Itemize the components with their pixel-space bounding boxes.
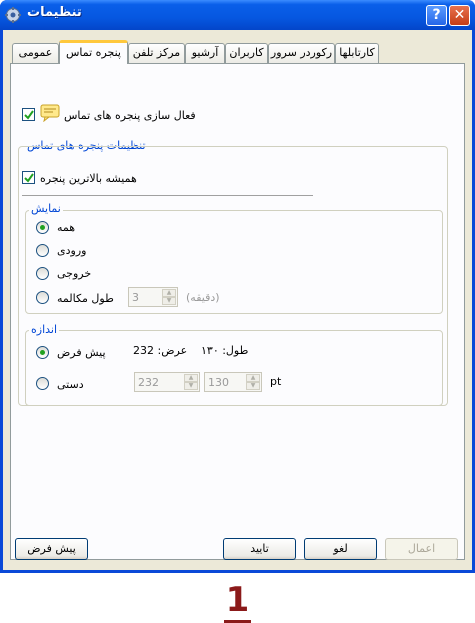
tab-users[interactable]: کاربران — [225, 43, 268, 63]
display-group-title: نمایش — [29, 202, 63, 215]
always-on-top-checkbox[interactable] — [22, 171, 35, 184]
width-readout: عرض: 232 — [133, 344, 188, 357]
spin-down-icon[interactable]: ▼ — [184, 382, 198, 390]
dialog-client: کارتابلها رکوردر سرور کاربران آرشیو مرکز… — [3, 30, 472, 570]
apply-button[interactable]: اعمال — [385, 538, 458, 560]
spin-down-icon[interactable]: ▼ — [162, 297, 176, 305]
display-outgoing-label: خروجی — [57, 267, 92, 280]
checkmark-icon — [24, 173, 34, 183]
tab-call-window[interactable]: پنجره تماس — [59, 40, 128, 64]
tab-telephone-center[interactable]: مرکز تلفن — [128, 43, 185, 63]
display-duration-label: طول مکالمه — [57, 292, 114, 305]
call-window-panel: فعال سازی پنجره های تماس تنظیمات پنجره ه… — [10, 63, 465, 560]
tab-label: رکوردر سرور — [270, 46, 333, 59]
cancel-button[interactable]: لغو — [304, 538, 377, 560]
settings-window: تنظیمات ? ✕ کارتابلها رکوردر سرور کاربرا… — [0, 0, 475, 573]
divider — [22, 195, 313, 196]
chat-bubble-icon — [40, 104, 60, 122]
display-duration-radio[interactable] — [36, 291, 49, 304]
tab-label: آرشیو — [191, 46, 219, 59]
display-outgoing-radio[interactable] — [36, 267, 49, 280]
checkmark-icon — [24, 110, 34, 120]
close-button[interactable]: ✕ — [449, 5, 470, 26]
tab-recorder-server[interactable]: رکوردر سرور — [268, 43, 335, 63]
size-manual-label: دستی — [57, 378, 84, 391]
duration-value: 3 — [132, 291, 139, 304]
tab-archive[interactable]: آرشیو — [185, 43, 225, 63]
tab-label: عمومی — [18, 46, 53, 59]
size-default-label: پیش فرض — [57, 346, 106, 359]
tab-cartables[interactable]: کارتابلها — [335, 43, 379, 63]
spin-down-icon[interactable]: ▼ — [246, 382, 260, 390]
always-on-top-label: همیشه بالاترین پنجره — [40, 172, 137, 185]
duration-unit-label: (دقیقه) — [186, 291, 220, 304]
figure-number: 1 — [0, 580, 475, 623]
tab-general[interactable]: عمومی — [12, 43, 59, 63]
duration-spinner[interactable]: 3 ▲ ▼ — [128, 287, 178, 307]
height-value: 130 — [208, 376, 229, 389]
display-all-label: همه — [57, 221, 76, 234]
height-spinner[interactable]: 130 ▲ ▼ — [204, 372, 262, 392]
tab-label: مرکز تلفن — [132, 46, 181, 59]
size-group-title: اندازه — [29, 323, 60, 336]
spin-up-icon[interactable]: ▲ — [246, 374, 260, 382]
enable-popup-label: فعال سازی پنجره های تماس — [64, 109, 196, 122]
height-readout: طول: ۱۳۰ — [201, 344, 249, 357]
display-incoming-label: ورودی — [57, 244, 87, 257]
title-bar[interactable]: تنظیمات ? ✕ — [0, 0, 475, 30]
width-spinner[interactable]: 232 ▲ ▼ — [134, 372, 200, 392]
tab-label: کارتابلها — [339, 46, 375, 59]
help-button[interactable]: ? — [426, 5, 447, 26]
width-value: 232 — [138, 376, 159, 389]
display-all-radio[interactable] — [36, 221, 49, 234]
ok-button[interactable]: تایید — [223, 538, 296, 560]
display-incoming-radio[interactable] — [36, 244, 49, 257]
default-button[interactable]: پیش فرض — [15, 538, 88, 560]
tab-label: کاربران — [229, 46, 264, 59]
window-title: تنظیمات — [27, 5, 82, 20]
size-group — [25, 330, 443, 406]
spin-up-icon[interactable]: ▲ — [162, 289, 176, 297]
enable-popup-checkbox[interactable] — [22, 108, 35, 121]
size-unit-label: pt — [270, 375, 282, 388]
size-manual-radio[interactable] — [36, 377, 49, 390]
size-default-radio[interactable] — [36, 346, 49, 359]
tab-label: پنجره تماس — [65, 46, 121, 59]
spin-up-icon[interactable]: ▲ — [184, 374, 198, 382]
